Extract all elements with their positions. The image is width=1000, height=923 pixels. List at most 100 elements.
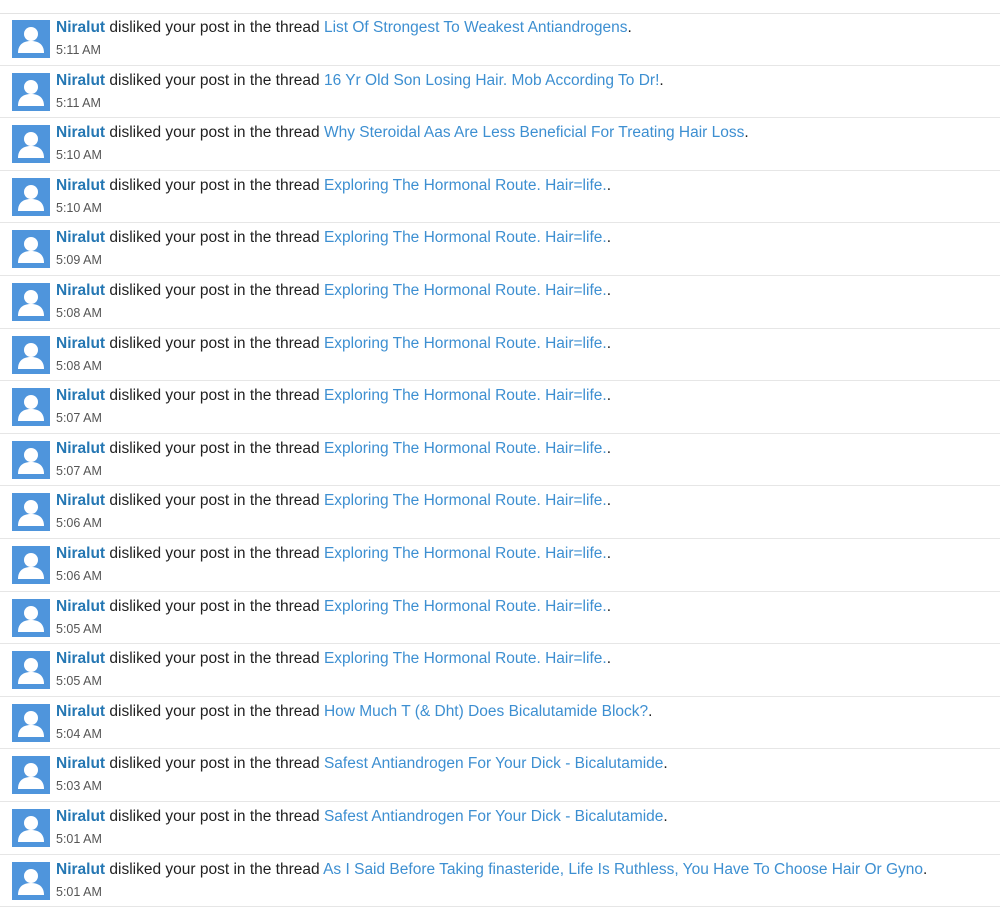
user-avatar-icon[interactable]: [12, 703, 50, 742]
alert-end-text: .: [606, 544, 611, 562]
alert-item: Niralut disliked your post in the thread…: [0, 855, 1000, 908]
thread-link[interactable]: Exploring The Hormonal Route. Hair=life.: [324, 545, 607, 562]
alert-action-text: disliked your post in the thread: [105, 176, 324, 194]
alert-end-text: .: [606, 492, 611, 510]
thread-link[interactable]: Exploring The Hormonal Route. Hair=life.: [324, 387, 607, 404]
user-avatar-icon[interactable]: [12, 335, 50, 374]
alert-message: Niralut disliked your post in the thread…: [56, 282, 611, 300]
username-link[interactable]: Niralut: [56, 545, 105, 562]
user-avatar-icon[interactable]: [12, 440, 50, 479]
alert-timestamp: 5:08 AM: [56, 305, 102, 320]
alert-message: Niralut disliked your post in the thread…: [56, 72, 664, 90]
alert-timestamp: 5:01 AM: [56, 884, 102, 899]
thread-link[interactable]: Safest Antiandrogen For Your Dick - Bica…: [324, 755, 663, 772]
alert-end-text: .: [606, 387, 611, 405]
username-link[interactable]: Niralut: [56, 229, 105, 246]
alert-message: Niralut disliked your post in the thread…: [56, 440, 611, 458]
alert-timestamp: 5:06 AM: [56, 516, 102, 531]
alert-action-text: disliked your post in the thread: [105, 281, 324, 299]
alert-item: Niralut disliked your post in the thread…: [0, 644, 1000, 697]
alert-action-text: disliked your post in the thread: [105, 124, 324, 142]
alert-message: Niralut disliked your post in the thread…: [56, 703, 652, 721]
alert-action-text: disliked your post in the thread: [105, 702, 324, 720]
user-avatar-icon[interactable]: [12, 388, 50, 427]
user-avatar-icon[interactable]: [12, 808, 50, 847]
thread-link[interactable]: Exploring The Hormonal Route. Hair=life.: [324, 650, 607, 667]
alert-action-text: disliked your post in the thread: [105, 755, 324, 773]
alert-item: Niralut disliked your post in the thread…: [0, 539, 1000, 592]
username-link[interactable]: Niralut: [56, 808, 105, 825]
alert-message: Niralut disliked your post in the thread…: [56, 861, 927, 879]
alert-timestamp: 5:11 AM: [56, 43, 101, 57]
alert-action-text: disliked your post in the thread: [105, 387, 324, 405]
alert-message: Niralut disliked your post in the thread…: [56, 755, 668, 773]
thread-link[interactable]: Exploring The Hormonal Route. Hair=life.: [324, 492, 607, 509]
username-link[interactable]: Niralut: [56, 492, 105, 509]
alert-timestamp: 5:11 AM: [56, 95, 101, 110]
user-avatar-icon[interactable]: [12, 20, 50, 58]
alert-action-text: disliked your post in the thread: [105, 334, 324, 352]
user-avatar-icon[interactable]: [12, 756, 50, 795]
username-link[interactable]: Niralut: [56, 177, 105, 194]
username-link[interactable]: Niralut: [56, 387, 105, 404]
user-avatar-icon[interactable]: [12, 493, 50, 532]
username-link[interactable]: Niralut: [56, 72, 105, 89]
thread-link[interactable]: Why Steroidal Aas Are Less Beneficial Fo…: [324, 124, 744, 141]
username-link[interactable]: Niralut: [56, 861, 105, 878]
user-avatar-icon[interactable]: [12, 545, 50, 584]
thread-link[interactable]: As I Said Before Taking finasteride, Lif…: [323, 861, 923, 878]
alert-action-text: disliked your post in the thread: [105, 492, 324, 510]
username-link[interactable]: Niralut: [56, 598, 105, 615]
thread-link[interactable]: Exploring The Hormonal Route. Hair=life.: [324, 229, 607, 246]
alert-message: Niralut disliked your post in the thread…: [56, 229, 611, 247]
username-link[interactable]: Niralut: [56, 440, 105, 457]
alert-item: Niralut disliked your post in the thread…: [0, 802, 1000, 855]
user-avatar-icon[interactable]: [12, 177, 50, 216]
user-avatar-icon[interactable]: [12, 72, 50, 111]
alert-action-text: disliked your post in the thread: [105, 439, 324, 457]
username-link[interactable]: Niralut: [56, 19, 105, 36]
alert-message: Niralut disliked your post in the thread…: [56, 19, 632, 37]
alert-end-text: .: [648, 702, 653, 720]
username-link[interactable]: Niralut: [56, 335, 105, 352]
alert-action-text: disliked your post in the thread: [105, 229, 324, 247]
thread-link[interactable]: Exploring The Hormonal Route. Hair=life.: [324, 282, 607, 299]
alert-end-text: .: [606, 597, 611, 615]
alert-end-text: .: [606, 439, 611, 457]
alert-end-text: .: [923, 860, 928, 878]
alert-message: Niralut disliked your post in the thread…: [56, 124, 749, 142]
alert-end-text: .: [663, 807, 668, 825]
alert-item: Niralut disliked your post in the thread…: [0, 749, 1000, 802]
user-avatar-icon[interactable]: [12, 861, 50, 900]
username-link[interactable]: Niralut: [56, 755, 105, 772]
alert-item: Niralut disliked your post in the thread…: [0, 697, 1000, 750]
user-avatar-icon[interactable]: [12, 230, 50, 269]
thread-link[interactable]: 16 Yr Old Son Losing Hair. Mob According…: [324, 72, 659, 89]
thread-link[interactable]: How Much T (& Dht) Does Bicalutamide Blo…: [324, 703, 648, 720]
alert-action-text: disliked your post in the thread: [105, 597, 324, 615]
alert-item: Niralut disliked your post in the thread…: [0, 223, 1000, 276]
user-avatar-icon[interactable]: [12, 125, 50, 164]
thread-link[interactable]: Exploring The Hormonal Route. Hair=life.: [324, 598, 607, 615]
alert-timestamp: 5:07 AM: [56, 411, 102, 426]
alert-message: Niralut disliked your post in the thread…: [56, 650, 611, 668]
user-avatar-icon[interactable]: [12, 282, 50, 321]
alert-item: Niralut disliked your post in the thread…: [0, 118, 1000, 171]
username-link[interactable]: Niralut: [56, 703, 105, 720]
username-link[interactable]: Niralut: [56, 124, 105, 141]
alert-action-text: disliked your post in the thread: [105, 807, 324, 825]
alert-message: Niralut disliked your post in the thread…: [56, 335, 611, 353]
thread-link[interactable]: Exploring The Hormonal Route. Hair=life.: [324, 335, 607, 352]
alert-timestamp: 5:05 AM: [56, 674, 102, 689]
user-avatar-icon[interactable]: [12, 651, 50, 690]
username-link[interactable]: Niralut: [56, 282, 105, 299]
username-link[interactable]: Niralut: [56, 650, 105, 667]
thread-link[interactable]: Exploring The Hormonal Route. Hair=life.: [324, 440, 607, 457]
thread-link[interactable]: List Of Strongest To Weakest Antiandroge…: [324, 19, 628, 36]
alert-end-text: .: [627, 19, 632, 36]
thread-link[interactable]: Exploring The Hormonal Route. Hair=life.: [324, 177, 607, 194]
alert-end-text: .: [606, 334, 611, 352]
user-avatar-icon[interactable]: [12, 598, 50, 637]
thread-link[interactable]: Safest Antiandrogen For Your Dick - Bica…: [324, 808, 663, 825]
alert-action-text: disliked your post in the thread: [105, 860, 324, 878]
